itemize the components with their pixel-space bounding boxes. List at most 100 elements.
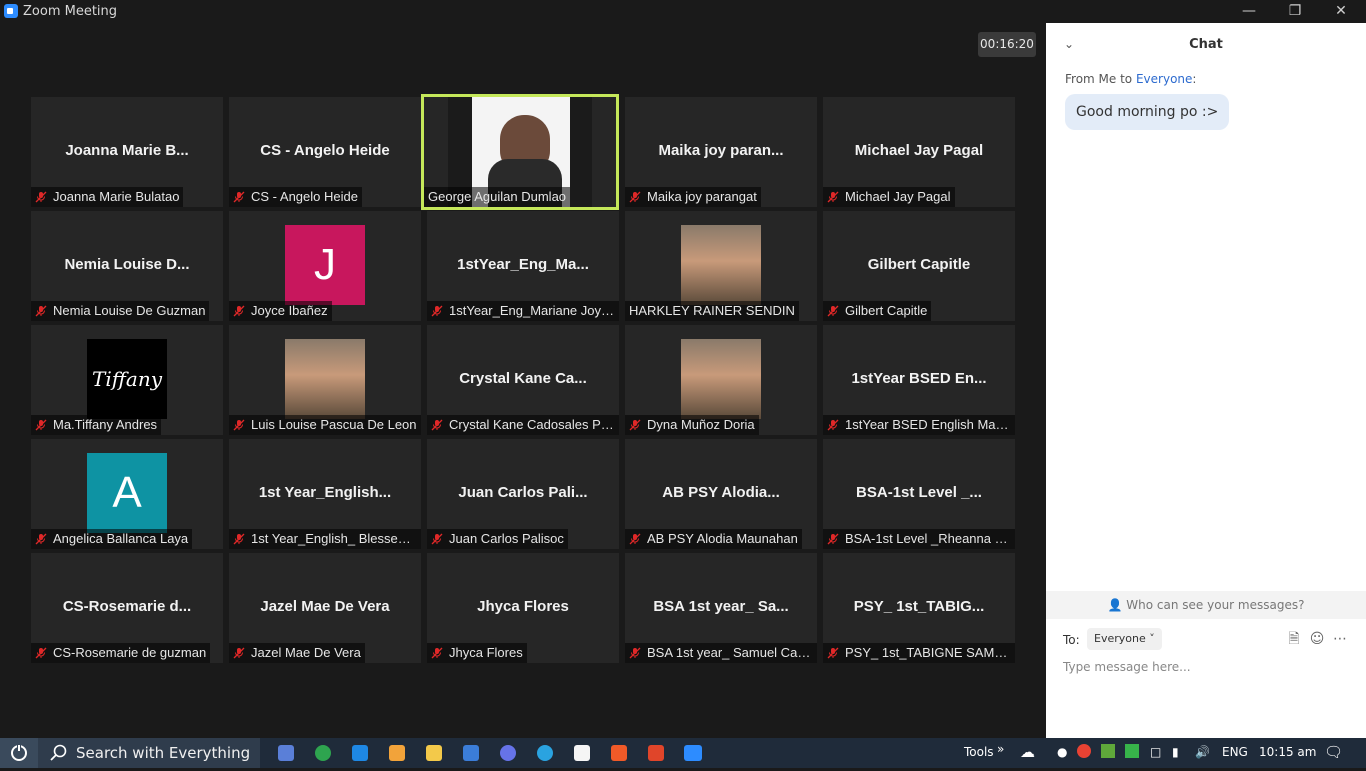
vscode-icon[interactable] (352, 745, 368, 761)
participant-tile[interactable]: J Joyce Ibañez (229, 211, 421, 321)
participant-tile[interactable]: Maika joy paran... Maika joy parangat (625, 97, 817, 207)
participant-name-label: Luis Louise Pascua De Leon (229, 415, 421, 435)
sublime-icon[interactable] (389, 745, 405, 761)
record-icon[interactable]: ● (1057, 745, 1067, 759)
participant-tile[interactable]: Joanna Marie B... Joanna Marie Bulatao (31, 97, 223, 207)
participant-tile[interactable]: AB PSY Alodia... AB PSY Alodia Maunahan (625, 439, 817, 549)
muted-mic-icon (629, 191, 641, 203)
participant-avatar: Tiffany (87, 339, 167, 419)
participant-tile[interactable]: Luis Louise Pascua De Leon (229, 325, 421, 435)
participant-tile[interactable]: CS-Rosemarie d... CS-Rosemarie de guzman (31, 553, 223, 663)
chevron-right-icon[interactable]: » (997, 742, 1004, 756)
recipient-dropdown[interactable]: Everyone ˅ (1087, 628, 1162, 650)
participant-tile[interactable]: BSA 1st year_ Sa... BSA 1st year_ Samuel … (625, 553, 817, 663)
participant-name: Gilbert Capitle (845, 303, 928, 318)
participant-tile[interactable]: Tiffany Ma.Tiffany Andres (31, 325, 223, 435)
nvidia-icon[interactable] (1101, 744, 1115, 761)
participant-name: Maika joy parangat (647, 189, 757, 204)
participant-name: PSY_ 1st_TABIGNE SAMANT... (845, 645, 1015, 660)
network-icon[interactable]: □ (1150, 745, 1161, 759)
more-icon[interactable]: ⋯ (1332, 631, 1348, 647)
notion-icon[interactable] (574, 745, 590, 761)
participant-name-label: 1stYear BSED English Majo... (823, 415, 1015, 435)
muted-mic-icon (827, 419, 839, 431)
participant-tile[interactable]: Juan Carlos Pali... Juan Carlos Palisoc (427, 439, 619, 549)
folder-icon[interactable] (426, 745, 442, 761)
battery-icon[interactable] (1125, 744, 1139, 761)
participant-tile[interactable]: HARKLEY RAINER SENDIN (625, 211, 817, 321)
participant-display-name: Jazel Mae De Vera (260, 598, 390, 615)
participant-tile[interactable]: Dyna Muñoz Doria (625, 325, 817, 435)
discord-icon[interactable] (500, 745, 516, 761)
telegram-icon[interactable] (537, 745, 553, 761)
emoji-icon[interactable]: ☺ (1309, 631, 1325, 647)
participant-name: Jazel Mae De Vera (251, 645, 361, 660)
participant-name-label: George Aguilan Dumlao (424, 187, 571, 207)
participant-name: Jhyca Flores (449, 645, 523, 660)
participant-photo (681, 339, 761, 419)
zoom-taskbar-icon[interactable] (684, 745, 702, 761)
participant-tile[interactable]: BSA-1st Level _... BSA-1st Level _Rheanna… (823, 439, 1015, 549)
participant-display-name: Jhyca Flores (477, 598, 569, 615)
tools-label[interactable]: Tools (964, 745, 994, 759)
power-plug-icon[interactable]: ▮ (1172, 745, 1179, 759)
sender-suffix: : (1192, 72, 1197, 86)
participant-tile[interactable]: Gilbert Capitle Gilbert Capitle (823, 211, 1015, 321)
participant-name-label: Dyna Muñoz Doria (625, 415, 759, 435)
restore-button[interactable]: ❐ (1272, 0, 1318, 23)
muted-mic-icon (35, 305, 47, 317)
participant-tile[interactable]: PSY_ 1st_TABIG... PSY_ 1st_TABIGNE SAMANT… (823, 553, 1015, 663)
brave-icon[interactable] (611, 745, 627, 761)
participant-display-name: 1stYear_Eng_Ma... (457, 256, 589, 273)
participant-avatar: J (285, 225, 365, 305)
participant-tile[interactable]: Jazel Mae De Vera Jazel Mae De Vera (229, 553, 421, 663)
participant-display-name: CS-Rosemarie d... (62, 598, 192, 615)
close-button[interactable]: ✕ (1318, 0, 1364, 23)
participant-name: Luis Louise Pascua De Leon (251, 417, 417, 432)
participant-display-name: CS - Angelo Heide (260, 142, 390, 159)
speaker-icon[interactable]: 🔊 (1195, 745, 1210, 759)
participant-name: BSA 1st year_ Samuel Card... (647, 645, 817, 660)
file-icon[interactable]: 🗎 (1286, 631, 1302, 647)
participant-tile[interactable]: Crystal Kane Ca... Crystal Kane Cadosales… (427, 325, 619, 435)
outlook-icon[interactable] (463, 745, 479, 761)
muted-mic-icon (629, 647, 641, 659)
brave-beta-icon[interactable] (648, 745, 664, 761)
participant-name-label: BSA-1st Level _Rheanna Jo... (823, 529, 1015, 549)
participant-tile[interactable]: 1stYear BSED En... 1stYear BSED English M… (823, 325, 1015, 435)
cloud-icon[interactable]: ☁ (1020, 743, 1035, 761)
who-can-see-link[interactable]: 👤 Who can see your messages? (1046, 591, 1366, 619)
participant-tile[interactable]: 1st Year_English... 1st Year_English_ Ble… (229, 439, 421, 549)
participant-display-name: 1stYear BSED En... (851, 370, 987, 387)
taskbar-search[interactable]: Search with Everything (38, 738, 260, 768)
gallery-view: 00:16:20 Joanna Marie B... Joanna Marie B… (0, 23, 1046, 738)
chrome-tray-icon[interactable] (1077, 744, 1091, 761)
participant-tile[interactable]: CS - Angelo Heide CS - Angelo Heide (229, 97, 421, 207)
participant-display-name: PSY_ 1st_TABIG... (853, 598, 985, 615)
participant-tile[interactable]: Jhyca Flores Jhyca Flores (427, 553, 619, 663)
chrome-alt-icon[interactable] (315, 745, 331, 761)
people-app-icon[interactable] (278, 745, 294, 761)
language-indicator[interactable]: ENG (1222, 745, 1248, 759)
participant-tile[interactable]: Michael Jay Pagal Michael Jay Pagal (823, 97, 1015, 207)
participant-name-label: 1stYear_Eng_Mariane Joy G... (427, 301, 619, 321)
participant-tile[interactable]: George Aguilan Dumlao (421, 94, 619, 210)
muted-mic-icon (431, 419, 443, 431)
start-button[interactable] (0, 738, 38, 768)
minimize-button[interactable]: — (1226, 0, 1272, 23)
participant-name: Nemia Louise De Guzman (53, 303, 206, 318)
participant-tile[interactable]: A Angelica Ballanca Laya (31, 439, 223, 549)
participant-photo (681, 225, 761, 305)
participant-name: Joanna Marie Bulatao (53, 189, 180, 204)
clock[interactable]: 10:15 am (1259, 745, 1316, 759)
participant-name: Crystal Kane Cadosales Pa... (449, 417, 619, 432)
participant-name-label: CS - Angelo Heide (229, 187, 362, 207)
participant-name-label: Nemia Louise De Guzman (31, 301, 210, 321)
notifications-icon[interactable]: 🗨 (1324, 743, 1343, 761)
participant-display-name: BSA-1st Level _... (856, 484, 982, 501)
participant-tile[interactable]: 1stYear_Eng_Ma... 1stYear_Eng_Mariane Joy… (427, 211, 619, 321)
recipient-link[interactable]: Everyone (1136, 72, 1192, 86)
participant-name-label: Joanna Marie Bulatao (31, 187, 184, 207)
participant-tile[interactable]: Nemia Louise D... Nemia Louise De Guzman (31, 211, 223, 321)
message-input[interactable]: Type message here... (1063, 660, 1191, 674)
